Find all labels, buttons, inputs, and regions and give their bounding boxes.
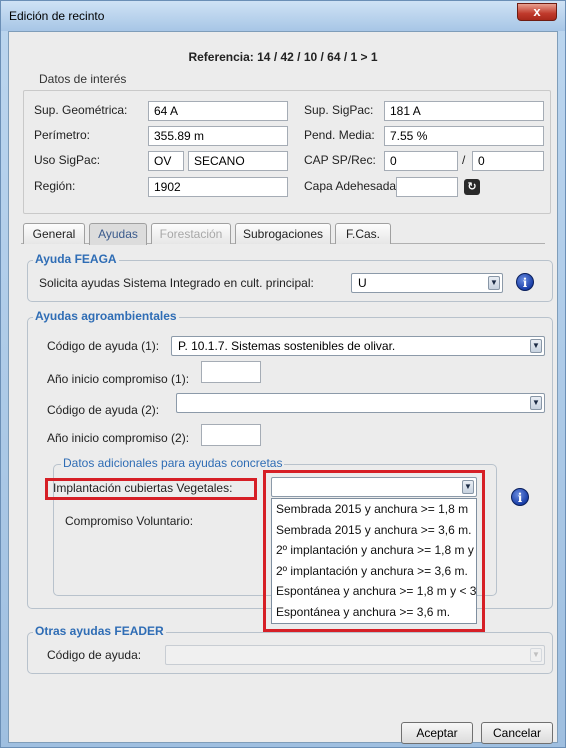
sup-geometrica-label: Sup. Geométrica: [34, 103, 128, 117]
codigo-ayuda-2-label: Código de ayuda (2): [47, 403, 160, 417]
uso-sigpac-desc-field[interactable]: SECANO [188, 151, 288, 171]
sup-geometrica-field[interactable]: 64 A [148, 101, 288, 121]
agroambientales-title: Ayudas agroambientales [33, 309, 179, 323]
referencia-label: Referencia: 14 / 42 / 10 / 64 / 1 > 1 [188, 50, 378, 64]
solicita-ayudas-select[interactable]: U ▼ [351, 273, 503, 293]
tab-fcas[interactable]: F.Cas. [335, 223, 391, 244]
tab-ayudas[interactable]: Ayudas [89, 223, 147, 245]
refresh-icon[interactable]: ↻ [464, 179, 480, 195]
chevron-down-icon[interactable]: ▼ [530, 339, 542, 353]
info-icon[interactable]: i [516, 273, 534, 291]
window-title: Edición de recinto [9, 9, 105, 23]
compromiso-voluntario-label: Compromiso Voluntario: [65, 514, 194, 528]
perimetro-label: Perímetro: [34, 128, 91, 142]
solicita-ayudas-label: Solicita ayudas Sistema Integrado en cul… [39, 276, 314, 290]
sup-sigpac-label: Sup. SigPac: [304, 103, 374, 117]
cap-field-2[interactable]: 0 [472, 151, 544, 171]
anio-inicio-1-label: Año inicio compromiso (1): [47, 372, 190, 386]
cap-separator: / [462, 153, 466, 167]
dialog-window: Edición de recinto x Referencia: 14 / 42… [0, 0, 566, 748]
tab-general[interactable]: General [23, 223, 85, 244]
codigo-ayuda-1-value: P. 10.1.7. Sistemas sostenibles de oliva… [178, 339, 396, 353]
cap-label: CAP SP/Rec: [304, 153, 376, 167]
uso-sigpac-label: Uso SigPac: [34, 153, 101, 167]
tab-subrogaciones[interactable]: Subrogaciones [235, 223, 331, 244]
codigo-ayuda-2-select[interactable]: ▼ [176, 393, 545, 413]
uso-sigpac-code-field[interactable]: OV [148, 151, 184, 171]
sup-sigpac-field[interactable]: 181 A [384, 101, 544, 121]
otras-feader-title: Otras ayudas FEADER [33, 624, 166, 638]
aceptar-button[interactable]: Aceptar [401, 722, 473, 744]
ayuda-feaga-title: Ayuda FEAGA [33, 252, 119, 266]
info-icon[interactable]: i [511, 488, 529, 506]
anio-inicio-2-label: Año inicio compromiso (2): [47, 431, 190, 445]
datos-interes-panel: Sup. Geométrica: 64 A Sup. SigPac: 181 A… [23, 90, 551, 214]
perimetro-field[interactable]: 355.89 m [148, 126, 288, 146]
anio-inicio-2-field[interactable] [201, 424, 261, 446]
implantacion-label: Implantación cubiertas Vegetales: [53, 481, 233, 495]
cap-field-1[interactable]: 0 [384, 151, 458, 171]
capa-adehesada-field[interactable] [396, 177, 458, 197]
dialog-content: Referencia: 14 / 42 / 10 / 64 / 1 > 1 Da… [8, 31, 558, 744]
close-button[interactable]: x [517, 3, 557, 21]
codigo-ayuda-feader-label: Código de ayuda: [47, 648, 142, 662]
datos-interes-title: Datos de interés [39, 72, 127, 86]
chevron-down-icon[interactable]: ▼ [530, 396, 542, 410]
codigo-ayuda-1-select[interactable]: P. 10.1.7. Sistemas sostenibles de oliva… [171, 336, 545, 356]
cancelar-button[interactable]: Cancelar [481, 722, 553, 744]
pend-media-field[interactable]: 7.55 % [384, 126, 544, 146]
codigo-ayuda-feader-select: ▼ [165, 645, 545, 665]
highlight-box-dropdown [263, 470, 485, 632]
chevron-down-icon[interactable]: ▼ [488, 276, 500, 290]
title-bar: Edición de recinto x [1, 1, 565, 31]
codigo-ayuda-1-label: Código de ayuda (1): [47, 339, 160, 353]
tab-forestacion: Forestación [151, 223, 231, 244]
pend-media-label: Pend. Media: [304, 128, 375, 142]
capa-adehesada-label: Capa Adehesada: [304, 179, 400, 193]
chevron-down-icon: ▼ [530, 648, 542, 662]
solicita-ayudas-value: U [358, 276, 367, 290]
region-field[interactable]: 1902 [148, 177, 288, 197]
region-label: Región: [34, 179, 76, 193]
datos-adicionales-title: Datos adicionales para ayudas concretas [61, 456, 285, 470]
anio-inicio-1-field[interactable] [201, 361, 261, 383]
